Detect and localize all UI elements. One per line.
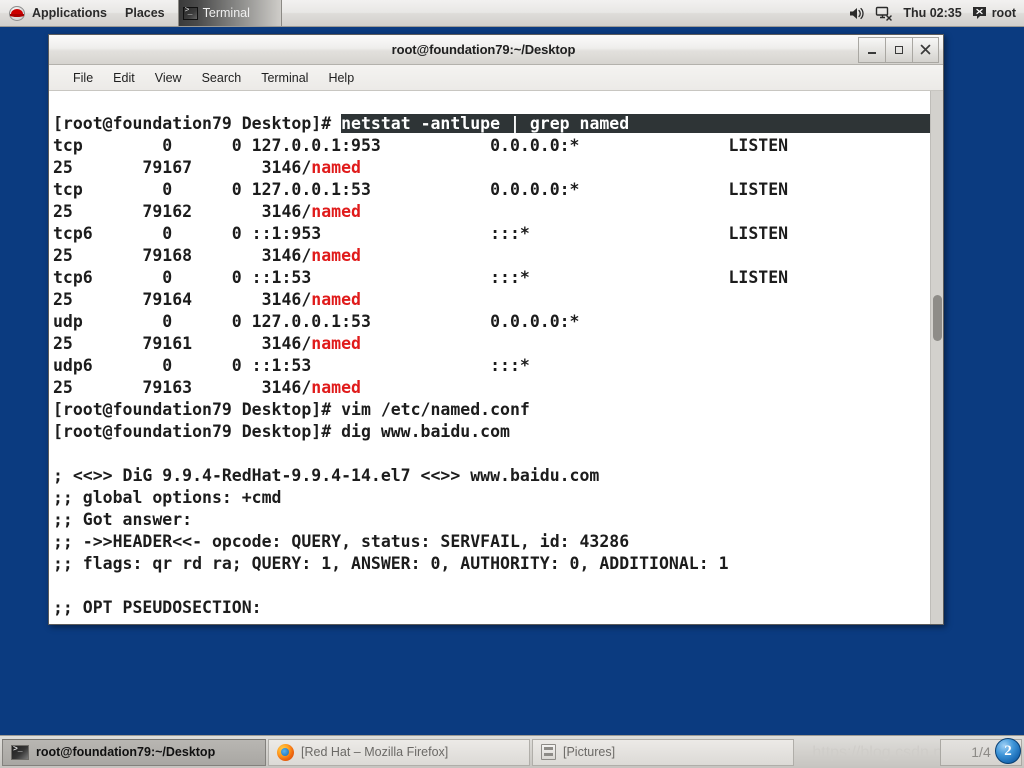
process-name: named [311, 158, 361, 177]
menu-edit[interactable]: Edit [103, 69, 145, 87]
terminal-output-line: ;; Got answer: [53, 510, 193, 529]
system-tray: Thu 02:35 root [848, 0, 1024, 26]
taskbar-item-firefox[interactable]: [Red Hat – Mozilla Firefox] [268, 738, 530, 766]
workspace-label: 1/4 [971, 744, 991, 760]
firefox-icon [277, 743, 294, 761]
redhat-logo-icon [9, 5, 26, 22]
applications-menu[interactable]: Applications [0, 0, 116, 26]
places-menu-label: Places [125, 6, 165, 20]
places-menu[interactable]: Places [116, 0, 174, 26]
file-manager-icon [541, 744, 556, 760]
close-button[interactable] [912, 36, 939, 63]
applications-menu-label: Applications [32, 6, 108, 20]
scrollbar-thumb[interactable] [933, 295, 942, 341]
terminal-output-line: [root@foundation79 Desktop]# vim /etc/na… [53, 400, 530, 419]
terminal-output-line: tcp6 0 0 ::1:53 :::* LISTEN [53, 268, 789, 287]
terminal-output-line: udp 0 0 127.0.0.1:53 0.0.0.0:* [53, 312, 580, 331]
terminal-scrollbar[interactable] [930, 91, 943, 624]
terminal-output-line: 25 79168 3146/named [53, 246, 361, 265]
terminal-body[interactable]: [root@foundation79 Desktop]# netstat -an… [49, 91, 943, 624]
terminal-output[interactable]: [root@foundation79 Desktop]# netstat -an… [49, 91, 930, 624]
terminal-output-line: 25 79167 3146/named [53, 158, 361, 177]
menu-file[interactable]: File [63, 69, 103, 87]
terminal-output-line: tcp 0 0 127.0.0.1:953 0.0.0.0:* LISTEN [53, 136, 789, 155]
terminal-output-line: ;; flags: qr rd ra; QUERY: 1, ANSWER: 0,… [53, 554, 729, 573]
terminal-output-line: [root@foundation79 Desktop]# dig www.bai… [53, 422, 510, 441]
terminal-output-line: udp6 0 0 ::1:53 :::* [53, 356, 530, 375]
workspace-badge-icon[interactable]: 2 [995, 738, 1021, 764]
terminal-output-line: ;; ->>HEADER<<- opcode: QUERY, status: S… [53, 532, 630, 551]
taskbar-item-label: [Pictures] [563, 745, 616, 759]
terminal-output-line: 25 79161 3146/named [53, 334, 361, 353]
terminal-output-line: 25 79163 3146/named [53, 378, 361, 397]
clock[interactable]: Thu 02:35 [903, 6, 961, 20]
taskbar-item-label: [Red Hat – Mozilla Firefox] [301, 745, 449, 759]
menubar: File Edit View Search Terminal Help [49, 65, 943, 91]
user-menu[interactable]: root [972, 6, 1016, 20]
terminal-window[interactable]: root@foundation79:~/Desktop File Edit Vi… [48, 34, 944, 625]
terminal-output-line: tcp 0 0 127.0.0.1:53 0.0.0.0:* LISTEN [53, 180, 789, 199]
terminal-icon [11, 744, 29, 760]
maximize-button[interactable] [885, 36, 912, 63]
process-name: named [311, 334, 361, 353]
window-list-item-terminal[interactable]: Terminal [177, 0, 282, 26]
speaker-volume-icon[interactable] [848, 6, 865, 21]
taskbar-item-terminal[interactable]: root@foundation79:~/Desktop [2, 738, 266, 766]
process-name: named [311, 246, 361, 265]
terminal-output-line: ;; global options: +cmd [53, 488, 282, 507]
window-title: root@foundation79:~/Desktop [391, 42, 576, 57]
window-list-item-label: Terminal [202, 6, 250, 20]
menu-help[interactable]: Help [318, 69, 364, 87]
minimize-button[interactable] [858, 36, 885, 63]
menu-search[interactable]: Search [192, 69, 252, 87]
process-name: named [311, 202, 361, 221]
taskbar-item-label: root@foundation79:~/Desktop [36, 745, 216, 759]
process-name: named [311, 378, 361, 397]
window-titlebar[interactable]: root@foundation79:~/Desktop [49, 35, 943, 65]
terminal-output-line: ;; OPT PSEUDOSECTION: [53, 598, 262, 617]
bottom-taskbar: root@foundation79:~/Desktop [Red Hat – M… [0, 735, 1024, 768]
terminal-output-line: 25 79164 3146/named [53, 290, 361, 309]
highlighted-command: netstat -antlupe | grep named [341, 114, 930, 133]
network-disconnected-icon[interactable] [875, 6, 893, 21]
top-panel: Applications Places Terminal Thu 02:35 [0, 0, 1024, 27]
window-controls [858, 36, 939, 63]
watermark-text: https://blog.csdn.net/ [812, 744, 960, 761]
terminal-icon [182, 6, 198, 20]
terminal-output-line: tcp6 0 0 ::1:953 :::* LISTEN [53, 224, 789, 243]
terminal-output-line: ; <<>> DiG 9.9.4-RedHat-9.9.4-14.el7 <<>… [53, 466, 600, 485]
menu-view[interactable]: View [145, 69, 192, 87]
terminal-output-line: 25 79162 3146/named [53, 202, 361, 221]
top-window-list: Terminal [177, 0, 282, 26]
terminal-command-line: [root@foundation79 Desktop]# netstat -an… [53, 113, 930, 135]
menu-terminal[interactable]: Terminal [251, 69, 318, 87]
user-menu-label: root [991, 6, 1016, 20]
process-name: named [311, 290, 361, 309]
taskbar-item-pictures[interactable]: [Pictures] [532, 738, 794, 766]
